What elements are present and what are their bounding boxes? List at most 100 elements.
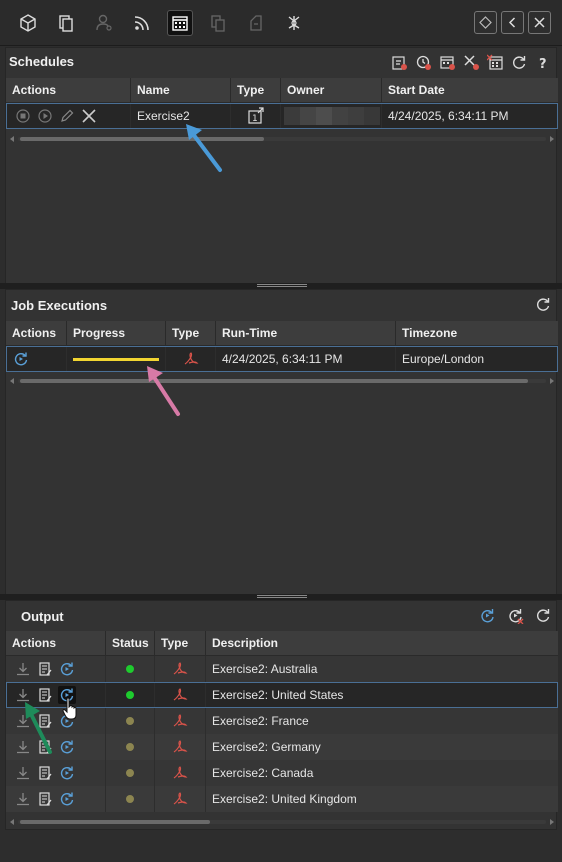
close-icon[interactable] bbox=[528, 11, 551, 34]
col-progress[interactable]: Progress bbox=[67, 321, 166, 345]
play-icon[interactable] bbox=[36, 107, 54, 125]
stop-icon[interactable] bbox=[14, 107, 32, 125]
table-row[interactable]: Exercise2 1 4/24/2025, 6:34:11 PM bbox=[6, 103, 558, 129]
table-row[interactable]: Exercise2: France bbox=[6, 708, 558, 734]
schedules-panel: Schedules ? Actions Name Type Owner Star… bbox=[5, 47, 558, 284]
rerun-icon[interactable] bbox=[58, 686, 76, 704]
tree-icon[interactable] bbox=[281, 10, 307, 36]
edit-schedule-icon[interactable] bbox=[390, 53, 408, 71]
report-icon[interactable] bbox=[36, 738, 54, 756]
rerun-icon[interactable] bbox=[58, 738, 76, 756]
table-row[interactable]: Exercise2: Germany bbox=[6, 734, 558, 760]
rerun-cancel-icon[interactable] bbox=[506, 606, 524, 624]
download-icon[interactable] bbox=[14, 764, 32, 782]
rerun-icon[interactable] bbox=[58, 764, 76, 782]
row-actions bbox=[6, 708, 106, 734]
refresh-icon[interactable] bbox=[534, 295, 552, 313]
history-icon[interactable] bbox=[414, 53, 432, 71]
col-type[interactable]: Type bbox=[166, 321, 216, 345]
download-icon[interactable] bbox=[14, 686, 32, 704]
calendar-icon[interactable] bbox=[167, 10, 193, 36]
scroll-thumb[interactable] bbox=[20, 820, 210, 824]
schedules-grid: Actions Name Type Owner Start Date Exerc… bbox=[6, 78, 558, 129]
scroll-thumb[interactable] bbox=[20, 137, 264, 141]
panel-title: Schedules bbox=[9, 54, 75, 69]
table-row[interactable]: Exercise2: Canada bbox=[6, 760, 558, 786]
rss-icon[interactable] bbox=[129, 10, 155, 36]
col-description[interactable]: Description bbox=[206, 631, 558, 655]
start-date: 4/24/2025, 6:34:11 PM bbox=[388, 109, 509, 123]
scroll-thumb[interactable] bbox=[20, 379, 528, 383]
calendar-block-icon[interactable] bbox=[438, 53, 456, 71]
col-run-time[interactable]: Run-Time bbox=[216, 321, 396, 345]
owner-redacted bbox=[281, 103, 382, 129]
rerun-icon[interactable] bbox=[58, 712, 76, 730]
output-description: Exercise2: Germany bbox=[212, 740, 321, 754]
col-name[interactable]: Name bbox=[131, 78, 231, 102]
download-icon[interactable] bbox=[14, 660, 32, 678]
report-icon[interactable] bbox=[36, 712, 54, 730]
cube-icon[interactable] bbox=[15, 10, 41, 36]
diamond-icon[interactable] bbox=[474, 11, 497, 34]
delete-icon[interactable] bbox=[80, 107, 98, 125]
scroll-right-icon[interactable] bbox=[550, 378, 554, 384]
output-description: Exercise2: United Kingdom bbox=[212, 792, 357, 806]
horizontal-scrollbar[interactable] bbox=[8, 376, 556, 386]
col-type[interactable]: Type bbox=[231, 78, 281, 102]
refresh-icon[interactable] bbox=[510, 53, 528, 71]
reports-icon[interactable] bbox=[243, 10, 269, 36]
job-executions-grid: Actions Progress Type Run-Time Timezone … bbox=[6, 321, 558, 372]
rerun-icon[interactable] bbox=[58, 660, 76, 678]
edit-icon[interactable] bbox=[58, 107, 76, 125]
output-description: Exercise2: Australia bbox=[212, 662, 318, 676]
report-icon[interactable] bbox=[36, 764, 54, 782]
panel-title: Job Executions bbox=[11, 298, 108, 313]
svg-text:?: ? bbox=[539, 57, 547, 71]
grid-header: Actions Name Type Owner Start Date bbox=[6, 78, 558, 103]
schedules-toolbar: ? bbox=[390, 53, 552, 71]
pages-icon[interactable] bbox=[53, 10, 79, 36]
scroll-left-icon[interactable] bbox=[10, 136, 14, 142]
table-row[interactable]: Exercise2: Australia bbox=[6, 656, 558, 682]
rerun-icon[interactable] bbox=[58, 790, 76, 808]
scroll-left-icon[interactable] bbox=[10, 378, 14, 384]
help-icon[interactable]: ? bbox=[534, 53, 552, 71]
main-toolbar bbox=[0, 0, 562, 46]
row-actions bbox=[6, 760, 106, 786]
pdf-icon bbox=[166, 346, 216, 372]
grid-header: Actions Progress Type Run-Time Timezone bbox=[6, 321, 558, 346]
scroll-right-icon[interactable] bbox=[550, 819, 554, 825]
rerun-icon[interactable] bbox=[12, 350, 30, 368]
col-actions[interactable]: Actions bbox=[6, 321, 67, 345]
horizontal-scrollbar[interactable] bbox=[8, 817, 556, 827]
download-icon[interactable] bbox=[14, 712, 32, 730]
report-icon[interactable] bbox=[36, 660, 54, 678]
back-icon[interactable] bbox=[501, 11, 524, 34]
scroll-right-icon[interactable] bbox=[550, 136, 554, 142]
col-type[interactable]: Type bbox=[155, 631, 206, 655]
delete-schedule-icon[interactable] bbox=[462, 53, 480, 71]
report-icon[interactable] bbox=[36, 686, 54, 704]
download-icon[interactable] bbox=[14, 738, 32, 756]
col-actions[interactable]: Actions bbox=[6, 78, 131, 102]
col-actions[interactable]: Actions bbox=[6, 631, 106, 655]
col-timezone[interactable]: Timezone bbox=[396, 321, 558, 345]
col-start-date[interactable]: Start Date bbox=[382, 78, 558, 102]
horizontal-scrollbar[interactable] bbox=[8, 134, 556, 144]
database-icon[interactable] bbox=[205, 10, 231, 36]
refresh-icon[interactable] bbox=[534, 606, 552, 624]
user-settings-icon[interactable] bbox=[91, 10, 117, 36]
scroll-left-icon[interactable] bbox=[10, 819, 14, 825]
svg-text:1: 1 bbox=[252, 114, 258, 124]
table-row[interactable]: Exercise2: United States bbox=[6, 682, 558, 708]
rerun-icon[interactable] bbox=[478, 606, 496, 624]
pdf-icon bbox=[155, 760, 206, 786]
table-row[interactable]: Exercise2: United Kingdom bbox=[6, 786, 558, 812]
table-row[interactable]: 4/24/2025, 6:34:11 PM Europe/London bbox=[6, 346, 558, 372]
calendar-delete-icon[interactable] bbox=[486, 53, 504, 71]
download-icon[interactable] bbox=[14, 790, 32, 808]
col-owner[interactable]: Owner bbox=[281, 78, 382, 102]
col-status[interactable]: Status bbox=[106, 631, 155, 655]
report-icon[interactable] bbox=[36, 790, 54, 808]
job-executions-toolbar bbox=[534, 295, 552, 313]
